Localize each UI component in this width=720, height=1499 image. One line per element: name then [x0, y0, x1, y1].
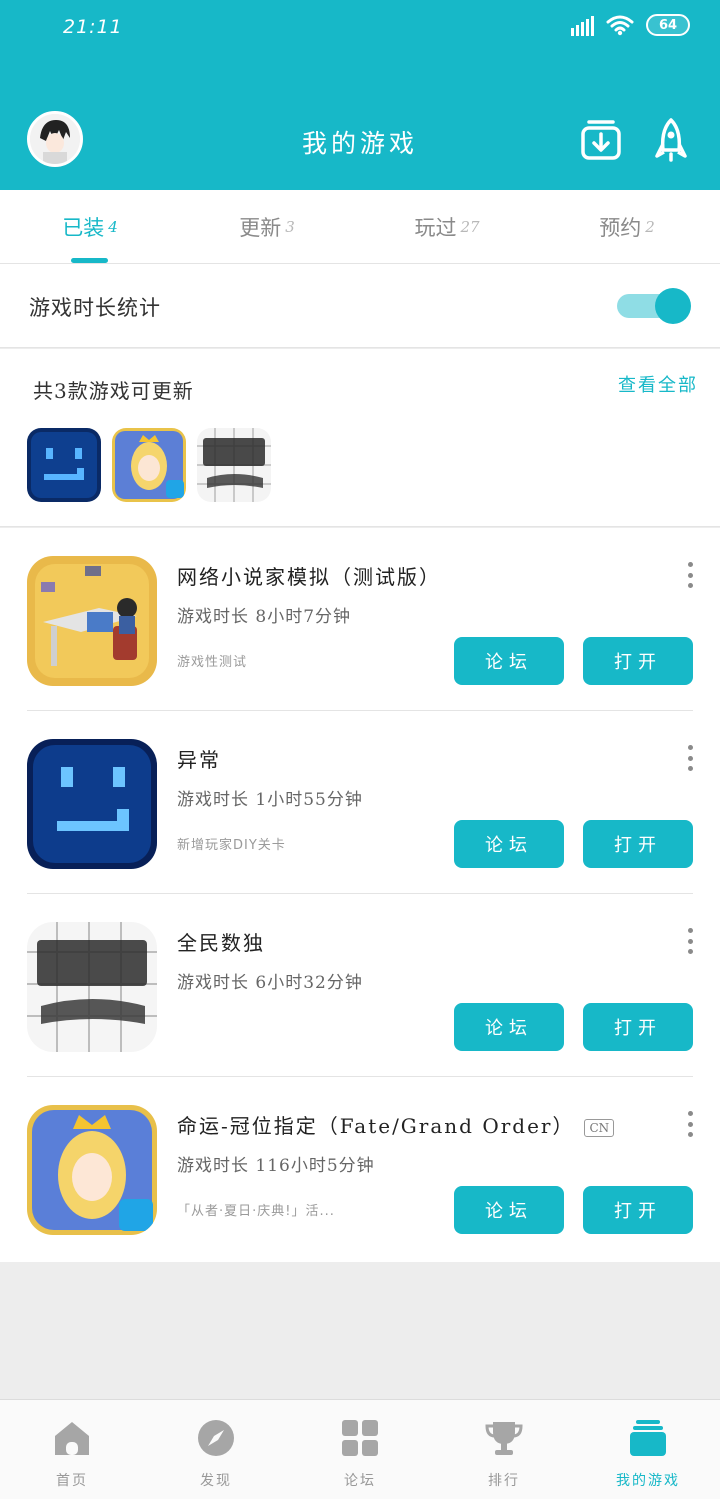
tab-installed[interactable]: 已装 4: [0, 190, 180, 264]
nav-discover[interactable]: 发现: [144, 1400, 288, 1499]
game-playtime: 游戏时长 116小时5分钟: [177, 1156, 375, 1176]
game-name: 全民数独: [177, 931, 265, 955]
forum-button[interactable]: 论坛: [454, 1186, 564, 1234]
bottom-navigation: 首页 发现 论坛 排行 我的游戏: [0, 1399, 720, 1499]
download-icon[interactable]: [580, 118, 622, 162]
nav-label: 排行: [488, 1473, 520, 1489]
game-item: 异常 游戏时长 1小时55分钟 新增玩家DIY关卡 论坛 打开: [0, 711, 720, 894]
game-playtime: 游戏时长 8小时7分钟: [177, 607, 352, 627]
open-button[interactable]: 打开: [583, 1003, 693, 1051]
app-header: 21:11 64 我的游戏: [0, 0, 720, 190]
tab-reserved[interactable]: 预约 2: [537, 190, 717, 264]
more-options-icon[interactable]: [686, 745, 694, 771]
battery-icon: 64: [646, 14, 690, 36]
forum-button[interactable]: 论坛: [454, 637, 564, 685]
wifi-icon: [606, 15, 634, 36]
tab-count: 4: [108, 218, 118, 236]
compass-icon: [198, 1420, 234, 1456]
game-playtime: 游戏时长 6小时32分钟: [177, 973, 363, 993]
signal-icon: [571, 14, 594, 36]
tab-count: 27: [460, 218, 480, 236]
more-options-icon[interactable]: [686, 1111, 694, 1137]
update-game-icon[interactable]: [27, 428, 101, 502]
game-icon[interactable]: [27, 739, 157, 869]
tab-played[interactable]: 玩过 27: [357, 190, 537, 264]
tab-count: 2: [645, 218, 655, 236]
game-description: 「从者·夏日·庆典!」活...: [177, 1204, 335, 1219]
game-name: 异常: [177, 748, 221, 772]
tab-count: 3: [285, 218, 295, 236]
tab-label: 预约: [599, 216, 642, 240]
more-options-icon[interactable]: [686, 562, 694, 588]
trophy-icon: [485, 1422, 523, 1455]
home-icon: [55, 1422, 89, 1455]
game-item: 命运-冠位指定（Fate/Grand Order） CN 游戏时长 116小时5分…: [0, 1077, 720, 1260]
nav-label: 论坛: [344, 1473, 376, 1489]
nav-ranking[interactable]: 排行: [432, 1400, 576, 1499]
view-all-link[interactable]: 查看全部: [618, 371, 698, 397]
update-game-icon[interactable]: [197, 428, 271, 502]
update-game-icon[interactable]: [112, 428, 186, 502]
open-button[interactable]: 打开: [583, 637, 693, 685]
nav-forum[interactable]: 论坛: [288, 1400, 432, 1499]
grid-icon: [342, 1420, 378, 1456]
nav-label: 发现: [200, 1473, 232, 1489]
tab-label: 已装: [62, 216, 105, 240]
installed-games-list: 网络小说家模拟（测试版） 游戏时长 8小时7分钟 游戏性测试 论坛 打开 异常 …: [0, 528, 720, 1262]
game-icon[interactable]: [27, 922, 157, 1052]
tab-label: 玩过: [414, 216, 457, 240]
tab-label: 更新: [239, 216, 282, 240]
game-name: 网络小说家模拟（测试版）: [177, 565, 441, 589]
game-item: 全民数独 游戏时长 6小时32分钟 论坛 打开: [0, 894, 720, 1077]
open-button[interactable]: 打开: [583, 1186, 693, 1234]
nav-home[interactable]: 首页: [0, 1400, 144, 1499]
playtime-stats-row: 游戏时长统计: [0, 264, 720, 348]
status-time: 21:11: [63, 16, 123, 38]
rocket-icon[interactable]: [650, 118, 692, 162]
forum-button[interactable]: 论坛: [454, 1003, 564, 1051]
playtime-stats-toggle[interactable]: [617, 288, 693, 324]
tab-updates[interactable]: 更新 3: [177, 190, 357, 264]
more-options-icon[interactable]: [686, 928, 694, 954]
region-badge: CN: [584, 1118, 615, 1137]
updates-title: 共3款游戏可更新: [33, 379, 194, 403]
nav-label: 首页: [56, 1473, 88, 1489]
tab-indicator: [71, 258, 108, 263]
game-icon[interactable]: [27, 1105, 157, 1235]
nav-my-games[interactable]: 我的游戏: [576, 1400, 720, 1499]
stack-icon: [630, 1420, 666, 1456]
game-icon[interactable]: [27, 556, 157, 686]
playtime-stats-label: 游戏时长统计: [29, 296, 161, 320]
updates-section: 共3款游戏可更新 查看全部: [0, 349, 720, 527]
status-icons: 64: [571, 14, 690, 36]
open-button[interactable]: 打开: [583, 820, 693, 868]
game-description: 游戏性测试: [177, 655, 248, 670]
game-playtime: 游戏时长 1小时55分钟: [177, 790, 363, 810]
game-description: 新增玩家DIY关卡: [177, 838, 286, 853]
game-item: 网络小说家模拟（测试版） 游戏时长 8小时7分钟 游戏性测试 论坛 打开: [0, 528, 720, 711]
game-name: 命运-冠位指定（Fate/Grand Order） CN: [177, 1110, 615, 1139]
game-tabs: 已装 4 更新 3 玩过 27 预约 2: [0, 190, 720, 264]
nav-label: 我的游戏: [616, 1473, 680, 1489]
forum-button[interactable]: 论坛: [454, 820, 564, 868]
